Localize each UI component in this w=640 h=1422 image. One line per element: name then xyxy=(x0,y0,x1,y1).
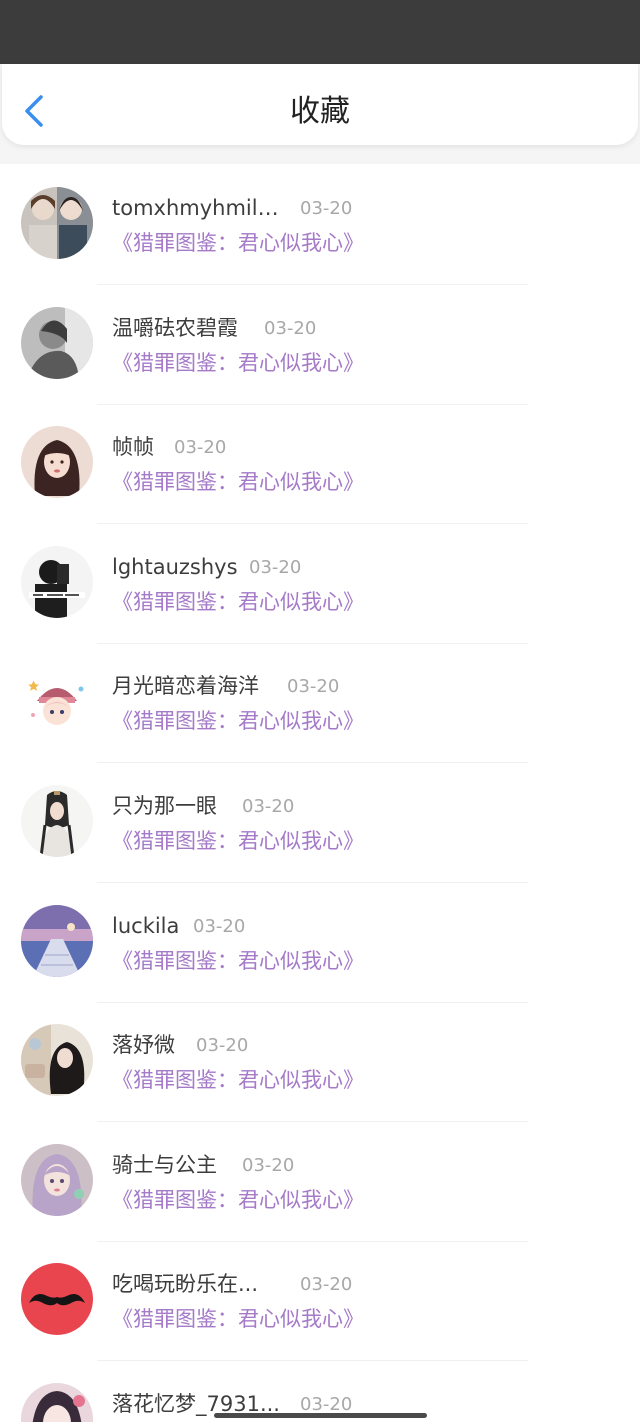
username[interactable]: 只为那一眼 xyxy=(112,791,217,821)
favorited-book-link[interactable]: 《猎罪图鉴：君心似我心》 xyxy=(112,1304,364,1334)
list-item[interactable]: lghtauzshys 03-20 《猎罪图鉴：君心似我心》 xyxy=(0,525,640,644)
couple-photo-avatar[interactable] xyxy=(21,187,93,259)
favorited-book-link[interactable]: 《猎罪图鉴：君心似我心》 xyxy=(112,587,364,617)
lilac-hair-girl-avatar[interactable] xyxy=(21,1143,93,1216)
favorite-date: 03-20 xyxy=(300,198,353,219)
username[interactable]: 落妤微 xyxy=(112,1030,175,1060)
favorite-date: 03-20 xyxy=(196,1035,249,1057)
cartoon-girl-avatar[interactable] xyxy=(21,665,93,738)
username[interactable]: 帧帧 xyxy=(112,432,154,462)
favorites-list[interactable]: tomxhmyhmilfi... 03-20 《猎罪图鉴：君心似我心》 温嚼砝农碧霞 0… xyxy=(0,166,640,1422)
status-bar xyxy=(0,0,640,64)
username[interactable]: 月光暗恋着海洋 xyxy=(112,671,259,701)
list-item[interactable]: 月光暗恋着海洋 03-20 《猎罪图鉴：君心似我心》 xyxy=(0,644,640,764)
favorited-book-link[interactable]: 《猎罪图鉴：君心似我心》 xyxy=(112,1065,364,1095)
favorited-book-link[interactable]: 《猎罪图鉴：君心似我心》 xyxy=(112,946,364,976)
favorite-date: 03-20 xyxy=(242,1154,295,1176)
anime-girl-avatar[interactable] xyxy=(21,1383,93,1422)
favorited-book-link[interactable]: 《猎罪图鉴：君心似我心》 xyxy=(112,706,364,736)
list-item[interactable]: 温嚼砝农碧霞 03-20 《猎罪图鉴：君心似我心》 xyxy=(0,286,640,405)
username[interactable]: 温嚼砝农碧霞 xyxy=(112,313,238,343)
favorited-book-link[interactable]: 《猎罪图鉴：君心似我心》 xyxy=(112,1185,364,1215)
list-item[interactable]: 骑士与公主 03-20 《猎罪图鉴：君心似我心》 xyxy=(0,1123,640,1242)
mustache-avatar[interactable] xyxy=(21,1263,93,1336)
favorite-date: 03-20 xyxy=(264,317,317,339)
favorite-date: 03-20 xyxy=(300,1274,353,1296)
username[interactable]: 骑士与公主 xyxy=(112,1150,217,1180)
grayscale-portrait-avatar[interactable] xyxy=(21,306,93,379)
favorite-date: 03-20 xyxy=(174,437,227,459)
favorited-book-link[interactable]: 《猎罪图鉴：君心似我心》 xyxy=(112,467,364,497)
favorited-book-link[interactable]: 《猎罪图鉴：君心似我心》 xyxy=(112,826,364,856)
chevron-left-icon xyxy=(25,95,43,127)
back-button[interactable] xyxy=(20,92,50,132)
ancient-costume-avatar[interactable] xyxy=(21,785,93,857)
page-title: 收藏 xyxy=(290,94,350,129)
favorite-date: 03-20 xyxy=(242,796,295,817)
girl-portrait-avatar[interactable] xyxy=(21,426,93,499)
favorited-book-link[interactable]: 《猎罪图鉴：君心似我心》 xyxy=(112,348,364,378)
favorite-date: 03-20 xyxy=(193,915,246,937)
username[interactable]: tomxhmyhmilfi... xyxy=(112,193,282,223)
favorite-date: 03-20 xyxy=(249,556,302,578)
favorite-date: 03-20 xyxy=(287,676,340,698)
username[interactable]: luckila xyxy=(112,911,179,941)
list-item[interactable]: 只为那一眼 03-20 《猎罪图鉴：君心似我心》 xyxy=(0,764,640,883)
long-hair-girl-avatar[interactable] xyxy=(21,1024,93,1097)
username[interactable]: lghtauzshys xyxy=(112,552,238,582)
home-indicator xyxy=(214,1413,427,1418)
list-item[interactable]: 帧帧 03-20 《猎罪图鉴：君心似我心》 xyxy=(0,405,640,525)
list-item[interactable]: tomxhmyhmilfi... 03-20 《猎罪图鉴：君心似我心》 xyxy=(0,166,640,285)
pier-sunset-avatar[interactable] xyxy=(21,904,93,977)
list-item[interactable]: luckila 03-20 《猎罪图鉴：君心似我心》 xyxy=(0,884,640,1003)
black-white-portrait-avatar[interactable] xyxy=(21,545,93,618)
list-item[interactable]: 落妤微 03-20 《猎罪图鉴：君心似我心》 xyxy=(0,1003,640,1123)
list-item[interactable]: 吃喝玩盼乐在... 03-20 《猎罪图鉴：君心似我心》 xyxy=(0,1242,640,1362)
username[interactable]: 吃喝玩盼乐在... xyxy=(112,1269,258,1299)
favorited-book-link[interactable]: 《猎罪图鉴：君心似我心》 xyxy=(112,228,364,258)
